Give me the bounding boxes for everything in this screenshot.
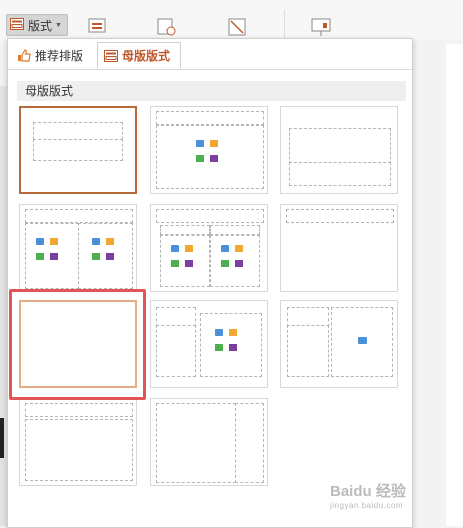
vertical-text-placeholder [25, 419, 133, 481]
layout-button-label: 版式 [28, 18, 53, 33]
table-icon [196, 155, 204, 162]
vertical-title-placeholder [235, 403, 264, 483]
table-icon [36, 253, 44, 260]
picture-icon [215, 329, 223, 336]
text-placeholder [287, 325, 329, 377]
text-placeholder [289, 162, 391, 186]
layout-section-header[interactable] [280, 106, 398, 194]
layout-button[interactable]: 版式 ▼ [6, 14, 68, 36]
picture-icon [358, 337, 367, 344]
content-icons [36, 238, 60, 262]
table-icon [92, 253, 100, 260]
left-heading-placeholder [160, 225, 210, 235]
chart-icon [235, 245, 243, 252]
layout-title-and-content[interactable] [150, 106, 268, 194]
tab-master-layouts[interactable]: 母版版式 [97, 42, 181, 69]
picture-icon [171, 245, 179, 252]
table-icon [221, 260, 229, 267]
layout-title-only[interactable] [280, 204, 398, 292]
content-icons [215, 329, 239, 353]
content-icons [92, 238, 116, 262]
picture-icon [92, 238, 100, 245]
watermark-text: Baidu 经验 [330, 483, 406, 500]
layout-vertical-title-and-text[interactable] [150, 398, 268, 486]
video-icon [106, 253, 114, 260]
slide-size-icon[interactable] [226, 16, 248, 38]
chart-icon [50, 238, 58, 245]
content-icons [221, 245, 245, 269]
content-icons [171, 245, 195, 269]
slide-settings-icon[interactable] [155, 16, 177, 38]
layout-picture-with-caption[interactable] [280, 300, 398, 388]
vertical-text-placeholder [156, 403, 236, 483]
layout-title-and-vertical-text[interactable] [19, 398, 137, 486]
layout-content-with-caption[interactable] [150, 300, 268, 388]
chevron-down-icon: ▼ [55, 21, 62, 29]
watermark-subtext: jingyan.baidu.com [330, 501, 403, 510]
layout-title-slide[interactable] [19, 106, 137, 194]
slide-canvas-edge [446, 44, 463, 526]
thumbs-up-icon [17, 49, 31, 62]
layout-popup: 推荐排版 母版版式 母版版式 [7, 38, 413, 528]
video-icon [229, 344, 237, 351]
content-icons [196, 140, 220, 164]
chart-icon [106, 238, 114, 245]
title-placeholder [25, 209, 133, 223]
text-placeholder [156, 325, 196, 377]
title-placeholder [286, 209, 394, 223]
title-placeholder [156, 209, 264, 223]
ribbon: 版式 ▼ [0, 0, 463, 40]
section-title: 母版版式 [17, 81, 406, 101]
chart-icon [229, 329, 237, 336]
tab-recommended[interactable]: 推荐排版 [11, 42, 95, 69]
title-placeholder [156, 111, 264, 125]
background-icon[interactable] [86, 16, 108, 38]
video-icon [50, 253, 58, 260]
video-icon [210, 155, 218, 162]
picture-icon [221, 245, 229, 252]
ribbon-divider [284, 10, 285, 38]
layout-icon [10, 17, 24, 33]
layout-two-content[interactable] [19, 204, 137, 292]
title-placeholder [25, 403, 133, 417]
title-placeholder [156, 307, 196, 327]
presentation-icon[interactable] [310, 16, 332, 38]
right-heading-placeholder [210, 225, 260, 235]
title-placeholder [289, 128, 391, 164]
popup-tabs: 推荐排版 母版版式 [8, 39, 412, 70]
watermark: Baidu 经验 jingyan.baidu.com [330, 480, 460, 510]
video-icon [235, 260, 243, 267]
slide-panel-edge [0, 86, 7, 526]
slide-panel-mark [0, 418, 4, 458]
table-icon [171, 260, 179, 267]
tab-label: 推荐排版 [35, 49, 84, 63]
picture-icon [196, 140, 204, 147]
layout-icon [104, 49, 118, 62]
chart-icon [210, 140, 218, 147]
highlight-box [9, 289, 146, 400]
picture-icon [36, 238, 44, 245]
chart-icon [185, 245, 193, 252]
subtitle-placeholder [33, 139, 123, 161]
tab-label: 母版版式 [122, 49, 171, 63]
title-placeholder [287, 307, 329, 327]
video-icon [185, 260, 193, 267]
table-icon [215, 344, 223, 351]
layout-comparison[interactable] [150, 204, 268, 292]
